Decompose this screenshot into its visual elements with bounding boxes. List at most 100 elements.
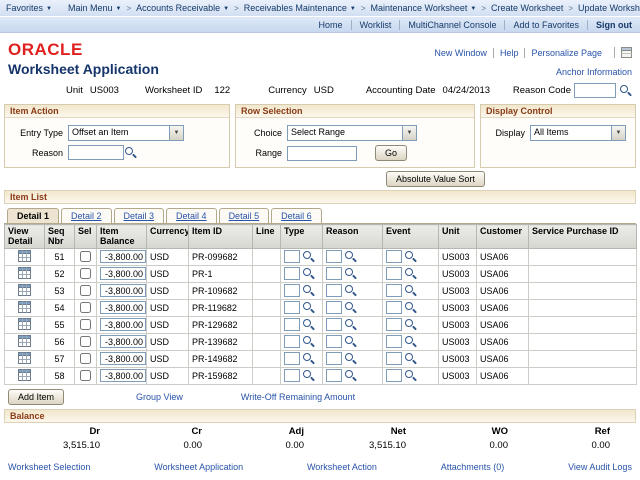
- event-lookup-icon[interactable]: [404, 335, 417, 348]
- tab-detail-6[interactable]: Detail 6: [271, 208, 322, 223]
- tab-detail-2[interactable]: Detail 2: [61, 208, 112, 223]
- type-input[interactable]: [284, 335, 300, 349]
- reason-cell-input[interactable]: [326, 318, 342, 332]
- type-input[interactable]: [284, 318, 300, 332]
- event-lookup-icon[interactable]: [404, 284, 417, 297]
- event-lookup-icon[interactable]: [404, 369, 417, 382]
- breadcrumb-update-worksheet[interactable]: Update Worksheet: [578, 3, 640, 13]
- sel-checkbox[interactable]: [80, 370, 91, 382]
- type-lookup-icon[interactable]: [302, 267, 315, 280]
- breadcrumb-receivables-maintenance[interactable]: Receivables Maintenance ▼: [244, 3, 356, 13]
- write-off-remaining-link[interactable]: Write-Off Remaining Amount: [241, 392, 355, 402]
- sel-checkbox[interactable]: [80, 353, 91, 365]
- item-balance-input[interactable]: [100, 335, 146, 349]
- entry-type-select[interactable]: Offset an Item ▼: [68, 125, 184, 141]
- type-lookup-icon[interactable]: [302, 250, 315, 263]
- event-input[interactable]: [386, 301, 402, 315]
- utility-link[interactable]: Add to Favorites: [504, 19, 587, 30]
- reason-cell-input[interactable]: [326, 352, 342, 366]
- type-input[interactable]: [284, 250, 300, 264]
- event-input[interactable]: [386, 369, 402, 383]
- utility-link[interactable]: Worklist: [350, 19, 400, 30]
- event-lookup-icon[interactable]: [404, 267, 417, 280]
- type-lookup-icon[interactable]: [302, 352, 315, 365]
- reason-cell-input[interactable]: [326, 250, 342, 264]
- breadcrumb-main-menu[interactable]: Main Menu ▼: [68, 3, 121, 13]
- sel-checkbox[interactable]: [80, 319, 91, 331]
- personalize-page-link[interactable]: Personalize Page: [524, 47, 608, 58]
- type-input[interactable]: [284, 301, 300, 315]
- view-detail-icon[interactable]: [18, 249, 31, 262]
- go-button[interactable]: Go: [375, 145, 408, 161]
- type-input[interactable]: [284, 267, 300, 281]
- type-lookup-icon[interactable]: [302, 335, 315, 348]
- view-detail-icon[interactable]: [18, 368, 31, 381]
- view-detail-icon[interactable]: [18, 300, 31, 313]
- event-lookup-icon[interactable]: [404, 352, 417, 365]
- range-input[interactable]: [287, 145, 357, 161]
- breadcrumb-maintenance-worksheet[interactable]: Maintenance Worksheet ▼: [370, 3, 476, 13]
- event-input[interactable]: [386, 250, 402, 264]
- reason-cell-lookup-icon[interactable]: [344, 301, 357, 314]
- group-view-link[interactable]: Group View: [136, 392, 183, 402]
- add-item-button[interactable]: Add Item: [8, 388, 65, 405]
- tab-detail-5[interactable]: Detail 5: [218, 208, 270, 223]
- type-input[interactable]: [284, 369, 300, 383]
- view-detail-icon[interactable]: [18, 334, 31, 347]
- tab-detail-3[interactable]: Detail 3: [113, 208, 165, 223]
- item-balance-input[interactable]: [100, 352, 146, 366]
- footer-link[interactable]: Worksheet Application: [154, 462, 243, 472]
- item-balance-input[interactable]: [100, 318, 146, 332]
- view-detail-icon[interactable]: [18, 351, 31, 364]
- reason-input[interactable]: [68, 145, 124, 160]
- sel-checkbox[interactable]: [80, 336, 91, 348]
- item-balance-input[interactable]: [100, 284, 146, 298]
- anchor-information-link[interactable]: Anchor Information: [556, 67, 632, 77]
- breadcrumb-accounts-receivable[interactable]: Accounts Receivable ▼: [136, 3, 229, 13]
- type-lookup-icon[interactable]: [302, 301, 315, 314]
- event-lookup-icon[interactable]: [404, 318, 417, 331]
- display-select[interactable]: All Items ▼: [530, 125, 626, 141]
- sel-checkbox[interactable]: [80, 302, 91, 314]
- copy-url-icon[interactable]: [614, 47, 632, 58]
- reason-cell-lookup-icon[interactable]: [344, 284, 357, 297]
- event-input[interactable]: [386, 284, 402, 298]
- view-detail-icon[interactable]: [18, 266, 31, 279]
- footer-link[interactable]: Attachments (0): [441, 462, 505, 472]
- tab-detail-4[interactable]: Detail 4: [166, 208, 217, 223]
- favorites-menu[interactable]: Favorites ▼: [6, 3, 52, 13]
- sign-out-link[interactable]: Sign out: [587, 19, 634, 30]
- reason-cell-input[interactable]: [326, 284, 342, 298]
- view-detail-icon[interactable]: [18, 283, 31, 296]
- utility-link[interactable]: MultiChannel Console: [399, 19, 504, 30]
- event-input[interactable]: [386, 267, 402, 281]
- reason-cell-input[interactable]: [326, 335, 342, 349]
- event-input[interactable]: [386, 335, 402, 349]
- reason-cell-input[interactable]: [326, 267, 342, 281]
- event-input[interactable]: [386, 352, 402, 366]
- reason-cell-lookup-icon[interactable]: [344, 267, 357, 280]
- view-detail-icon[interactable]: [18, 317, 31, 330]
- reason-lookup-icon[interactable]: [124, 146, 137, 159]
- type-lookup-icon[interactable]: [302, 369, 315, 382]
- absolute-value-sort-button[interactable]: Absolute Value Sort: [386, 171, 485, 187]
- item-balance-input[interactable]: [100, 301, 146, 315]
- reason-cell-lookup-icon[interactable]: [344, 335, 357, 348]
- event-lookup-icon[interactable]: [404, 301, 417, 314]
- help-link[interactable]: Help: [492, 47, 525, 58]
- reason-cell-lookup-icon[interactable]: [344, 318, 357, 331]
- reason-code-input[interactable]: [574, 83, 616, 98]
- item-balance-input[interactable]: [100, 267, 146, 281]
- new-window-link[interactable]: New Window: [428, 48, 493, 58]
- breadcrumb-create-worksheet[interactable]: Create Worksheet: [491, 3, 563, 13]
- event-lookup-icon[interactable]: [404, 250, 417, 263]
- choice-select[interactable]: Select Range ▼: [287, 125, 417, 141]
- event-input[interactable]: [386, 318, 402, 332]
- footer-link[interactable]: Worksheet Selection: [8, 462, 90, 472]
- reason-cell-lookup-icon[interactable]: [344, 352, 357, 365]
- type-lookup-icon[interactable]: [302, 318, 315, 331]
- reason-cell-input[interactable]: [326, 301, 342, 315]
- reason-cell-lookup-icon[interactable]: [344, 369, 357, 382]
- type-input[interactable]: [284, 284, 300, 298]
- sel-checkbox[interactable]: [80, 268, 91, 280]
